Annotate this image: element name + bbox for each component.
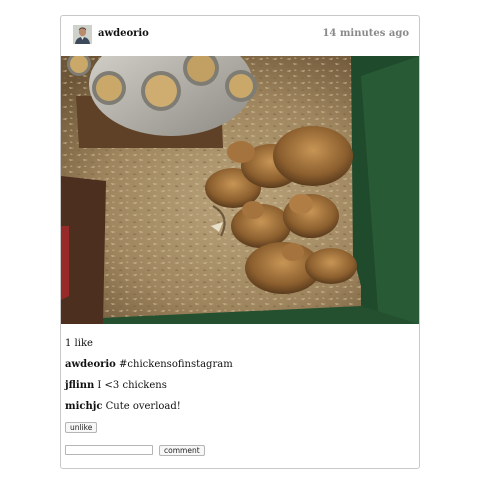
caption-text: #chickensofinstagram	[119, 359, 233, 370]
comment-submit-button[interactable]: comment	[159, 445, 205, 456]
comment: jflinn I <3 chickens	[65, 380, 167, 391]
owner-username[interactable]: awdeorio	[98, 28, 149, 39]
comment-text: Cute overload!	[105, 401, 181, 412]
comment-input[interactable]	[65, 445, 153, 455]
caption-username[interactable]: awdeorio	[65, 359, 116, 370]
post-card: awdeorio 14 minutes ago 1 like awdeorio …	[60, 15, 420, 469]
chicks-photo-icon	[61, 56, 419, 324]
post-caption: awdeorio #chickensofinstagram	[65, 359, 233, 370]
unlike-button[interactable]: unlike	[65, 422, 98, 433]
avatar-portrait-icon	[73, 25, 92, 44]
comment-username[interactable]: jflinn	[65, 380, 94, 391]
comment-username[interactable]: michjc	[65, 401, 102, 412]
owner-avatar[interactable]	[73, 25, 92, 44]
comment-text: I <3 chickens	[97, 380, 167, 391]
likes-count: 1 like	[65, 338, 93, 349]
post-header: awdeorio 14 minutes ago	[61, 16, 419, 56]
post-timestamp[interactable]: 14 minutes ago	[322, 28, 409, 39]
post-photo	[61, 56, 419, 324]
comment: michjc Cute overload!	[65, 401, 181, 412]
